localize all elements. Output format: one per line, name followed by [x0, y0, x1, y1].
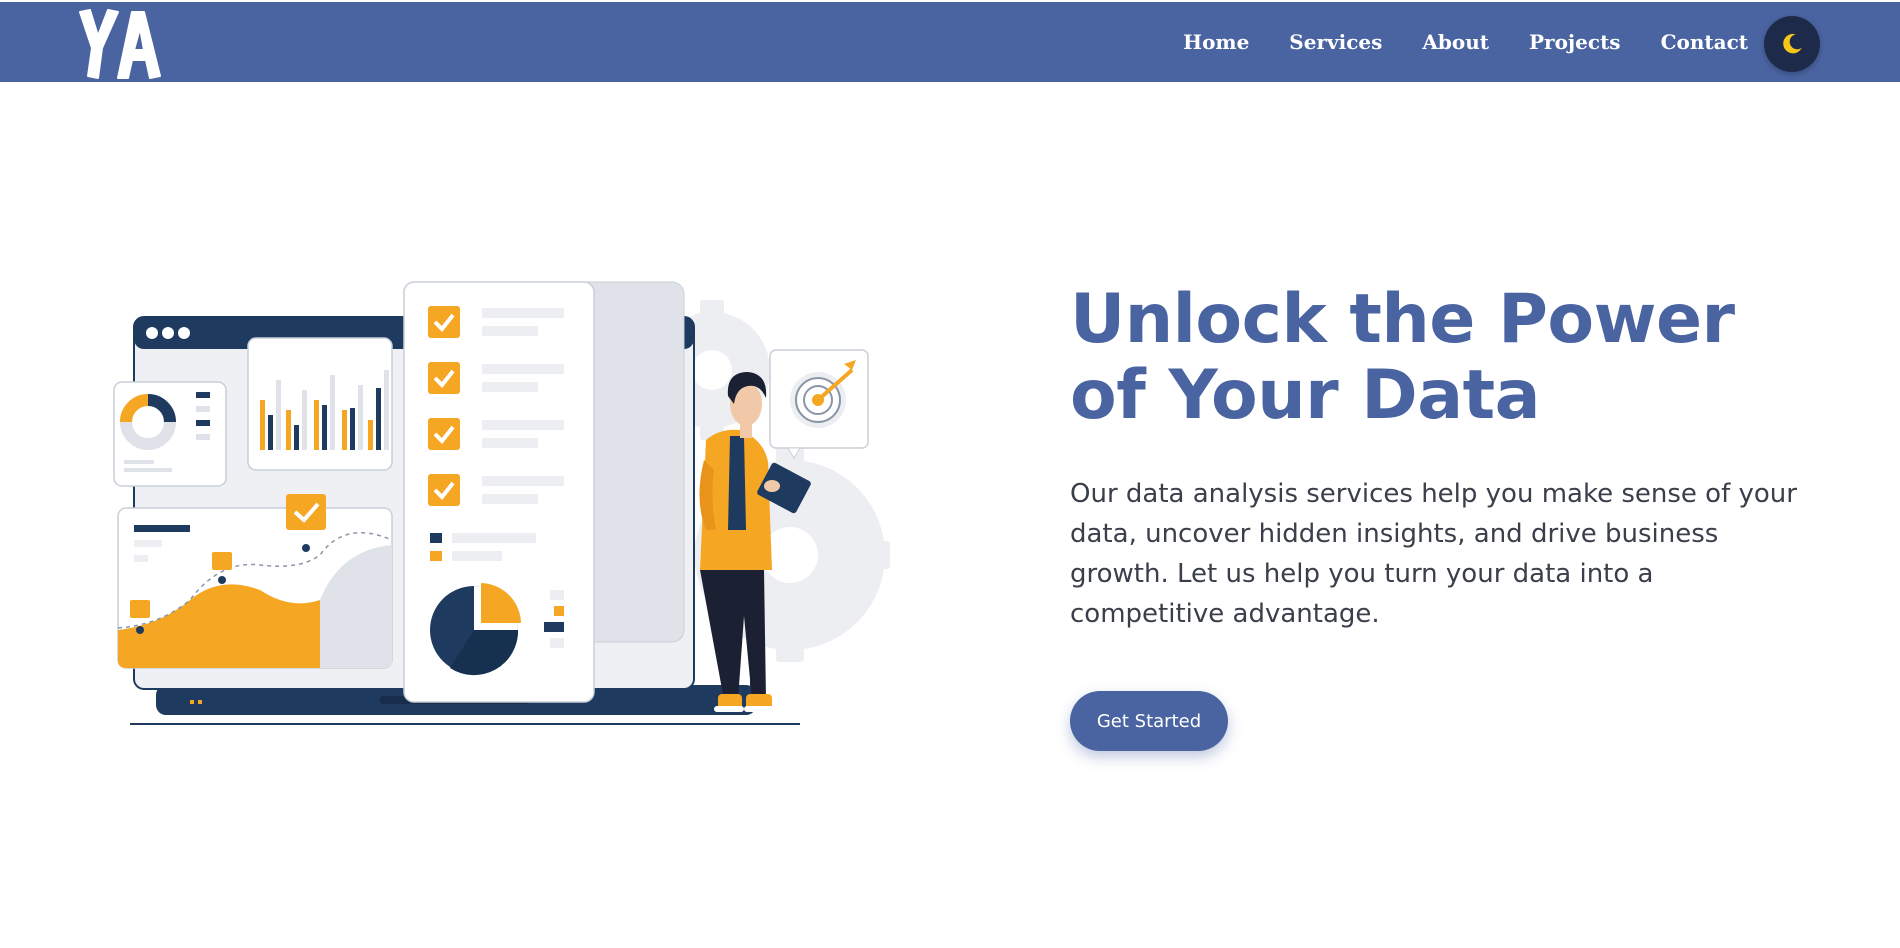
- checklist-document: [403, 281, 685, 703]
- moon-icon: [1783, 33, 1802, 54]
- donut-chart-card: [113, 381, 227, 487]
- navbar: Home Services About Projects Contact: [0, 2, 1900, 82]
- target-card: [769, 349, 869, 459]
- nav-link-home[interactable]: Home: [1183, 30, 1249, 54]
- hero-title: Unlock the Power of Your Data: [1070, 280, 1735, 435]
- nav-link-projects[interactable]: Projects: [1529, 30, 1621, 54]
- hero-illustration: [100, 280, 890, 730]
- theme-toggle-button[interactable]: [1764, 16, 1820, 72]
- bar-chart-card: [247, 337, 393, 471]
- nav-link-about[interactable]: About: [1422, 30, 1489, 54]
- brand-logo-mark: [79, 9, 161, 79]
- data-analysis-illustration: [113, 281, 890, 725]
- main-nav: Home Services About Projects Contact: [1183, 2, 1748, 82]
- hero-description: Our data analysis services help you make…: [1070, 479, 1797, 629]
- area-chart-card: [117, 494, 393, 669]
- nav-link-services[interactable]: Services: [1289, 30, 1382, 54]
- get-started-button[interactable]: Get Started: [1070, 691, 1228, 751]
- hero-section: Unlock the Power of Your Data Our data a…: [1070, 282, 1830, 634]
- nav-link-contact[interactable]: Contact: [1661, 30, 1748, 54]
- brand-logo[interactable]: [74, 4, 164, 84]
